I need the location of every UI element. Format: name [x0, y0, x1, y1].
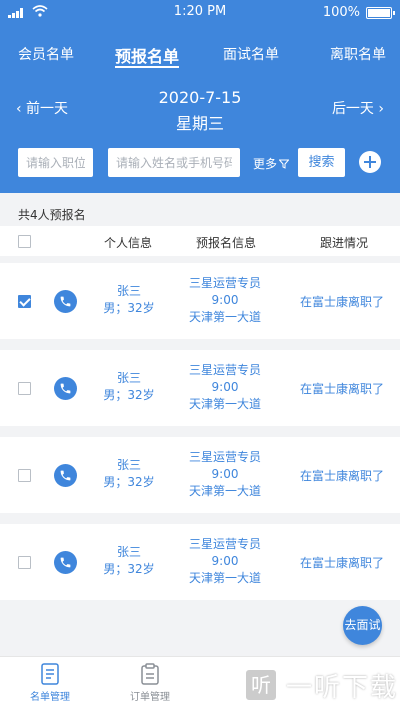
signup-job: 三星运营专员 — [188, 537, 261, 551]
signup-time: 9:00 — [211, 293, 239, 307]
more-filter-button[interactable]: 更多 — [253, 155, 290, 172]
column-personal-info: 个人信息 — [104, 236, 153, 250]
add-icon[interactable] — [359, 151, 381, 173]
signup-address: 天津第一大道 — [188, 571, 261, 585]
person-name: 张三 — [116, 371, 141, 385]
table-row[interactable]: 张三男；32岁 三星运营专员 9:00 天津第一大道 在富士康离职了 — [0, 263, 400, 339]
person-gender-age: 男；32岁 — [103, 562, 155, 576]
signup-address: 天津第一大道 — [188, 397, 261, 411]
battery-icon — [366, 7, 395, 19]
follow-up-status: 在富士康离职了 — [299, 382, 384, 396]
person-gender-age: 男；32岁 — [103, 301, 155, 315]
follow-up-status: 在富士康离职了 — [299, 469, 384, 483]
row-checkbox[interactable] — [18, 295, 31, 308]
phone-icon[interactable] — [54, 551, 77, 574]
clipboard-icon — [141, 663, 159, 685]
signup-job: 三星运营专员 — [188, 276, 261, 290]
keyword-input[interactable] — [108, 148, 240, 177]
signup-time: 9:00 — [211, 554, 239, 568]
person-name: 张三 — [116, 545, 141, 559]
tab-resigned[interactable]: 离职名单 — [330, 44, 386, 64]
personal-info: 张三男；32岁 — [92, 524, 166, 578]
position-input[interactable] — [18, 148, 93, 177]
table-row[interactable]: 张三男；32岁 三星运营专员 9:00 天津第一大道 在富士康离职了 — [0, 524, 400, 600]
signup-time: 9:00 — [211, 380, 239, 394]
nav-list-management-label: 名单管理 — [30, 692, 70, 703]
column-follow-up: 跟进情况 — [320, 236, 369, 250]
tab-members[interactable]: 会员名单 — [18, 44, 74, 64]
search-button[interactable]: 搜索 — [298, 148, 345, 177]
phone-icon[interactable] — [54, 464, 77, 487]
personal-info: 张三男；32岁 — [92, 350, 166, 404]
go-interview-button[interactable]: 去面试 — [343, 606, 382, 645]
signup-job: 三星运营专员 — [188, 450, 261, 464]
table-header: 个人信息 预报名信息 跟进情况 — [0, 226, 400, 256]
row-checkbox[interactable] — [18, 382, 31, 395]
person-name: 张三 — [116, 458, 141, 472]
signup-time: 9:00 — [211, 467, 239, 481]
person-gender-age: 男；32岁 — [103, 475, 155, 489]
person-name: 张三 — [116, 284, 141, 298]
watermark-text: 一听下载 — [286, 672, 399, 703]
signup-info: 三星运营专员 9:00 天津第一大道 — [170, 524, 280, 587]
nav-list-management[interactable]: 名单管理 — [10, 663, 90, 703]
personal-info: 张三男；32岁 — [92, 437, 166, 491]
more-filter-label: 更多 — [253, 157, 278, 171]
header: 1:20 PM 100% 会员名单 预报名单 面试名单 离职名单 ‹ 前一天 2… — [0, 0, 400, 193]
signup-info: 三星运营专员 9:00 天津第一大道 — [170, 263, 280, 326]
follow-up-status: 在富士康离职了 — [299, 556, 384, 570]
phone-icon[interactable] — [54, 377, 77, 400]
signup-job: 三星运营专员 — [188, 363, 261, 377]
active-tab-indicator — [115, 66, 179, 68]
next-day-button[interactable]: 后一天 › — [332, 98, 384, 118]
tab-pre-signup[interactable]: 预报名单 — [115, 43, 179, 67]
signup-address: 天津第一大道 — [188, 484, 261, 498]
tab-interview[interactable]: 面试名单 — [223, 44, 279, 64]
watermark: 听 一听下载 — [244, 660, 400, 710]
battery-percent: 100% — [322, 5, 360, 20]
status-bar: 1:20 PM 100% — [0, 0, 400, 24]
document-list-icon — [41, 663, 59, 685]
nav-order-management-label: 订单管理 — [130, 692, 170, 703]
watermark-logo: 听 — [244, 668, 278, 702]
signup-count: 共4人预报名 — [18, 208, 86, 222]
filter-icon — [279, 159, 290, 169]
follow-up-status: 在富士康离职了 — [299, 295, 384, 309]
row-checkbox[interactable] — [18, 556, 31, 569]
table-row[interactable]: 张三男；32岁 三星运营专员 9:00 天津第一大道 在富士康离职了 — [0, 350, 400, 426]
row-checkbox[interactable] — [18, 469, 31, 482]
personal-info: 张三男；32岁 — [92, 263, 166, 317]
select-all-checkbox[interactable] — [18, 235, 31, 248]
column-signup-info: 预报名信息 — [196, 236, 257, 250]
phone-icon[interactable] — [54, 290, 77, 313]
person-gender-age: 男；32岁 — [103, 388, 155, 402]
signup-info: 三星运营专员 9:00 天津第一大道 — [170, 437, 280, 500]
table-row[interactable]: 张三男；32岁 三星运营专员 9:00 天津第一大道 在富士康离职了 — [0, 437, 400, 513]
signup-info: 三星运营专员 9:00 天津第一大道 — [170, 350, 280, 413]
signup-address: 天津第一大道 — [188, 310, 261, 324]
nav-order-management[interactable]: 订单管理 — [110, 663, 190, 703]
